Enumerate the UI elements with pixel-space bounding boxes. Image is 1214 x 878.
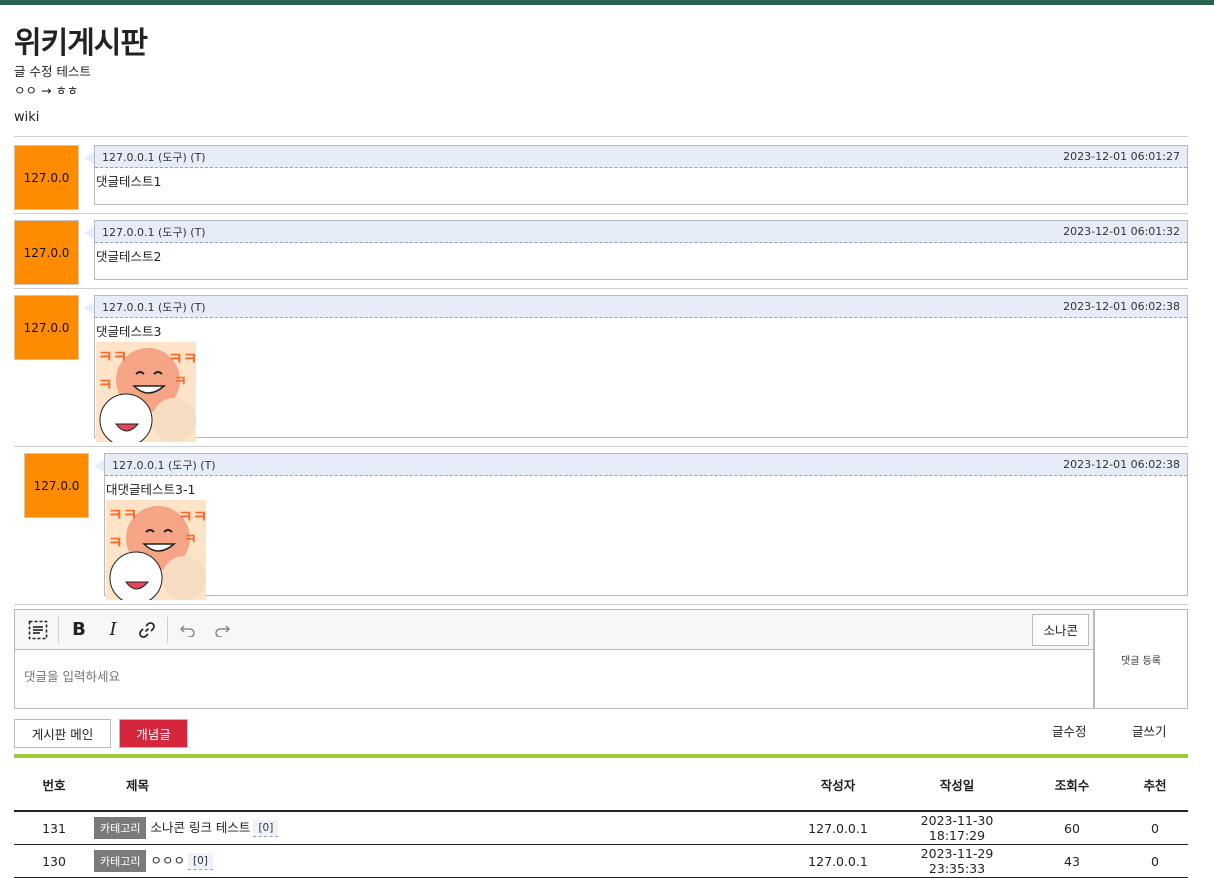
svg-text:ㅋ: ㅋ	[108, 533, 123, 552]
comment-date: 2023-12-01 06:02:38	[1063, 458, 1180, 471]
bold-icon[interactable]: B	[62, 614, 96, 646]
toolbar-divider	[167, 616, 168, 643]
divider	[14, 604, 1188, 605]
link-icon[interactable]	[130, 614, 164, 646]
svg-text:ㅋ: ㅋ	[184, 532, 197, 548]
svg-text:ㅋㅋ: ㅋㅋ	[168, 349, 196, 368]
bubble-pointer	[84, 227, 94, 239]
avatar[interactable]: 127.0.0	[14, 220, 79, 285]
concept-posts-button[interactable]: 개념글	[119, 719, 188, 748]
post-recommend: 0	[1122, 844, 1188, 878]
laughing-emoticon-icon: ㅋㅋ ㅋ ㅋㅋ ㅋ	[106, 500, 206, 600]
post-date: 2023-11-30 18:17:29	[892, 811, 1022, 845]
post-title-link[interactable]: 소나콘 링크 테스트	[150, 820, 250, 835]
svg-text:ㅋ: ㅋ	[174, 374, 187, 390]
comment-date: 2023-12-01 06:01:32	[1063, 225, 1180, 238]
write-post-button[interactable]: 글쓰기	[1132, 721, 1167, 740]
category-badge[interactable]: 카테고리	[94, 817, 147, 840]
divider	[14, 446, 1188, 447]
italic-icon[interactable]: I	[96, 614, 130, 646]
comment-editor: B I 소나콘 댓글을 입력하세요	[14, 609, 1094, 709]
comment-text: 댓글테스트1	[96, 174, 162, 189]
comment-text-line: 댓글테스트3	[96, 324, 162, 339]
post-views: 43	[1022, 844, 1122, 878]
header-title: 제목	[94, 758, 784, 812]
editor-toolbar: B I 소나콘	[15, 610, 1093, 650]
post-list-table: 번호 제목 작성자 작성일 조회수 추천 131 카테고리 소나콘 링크 테스트[…	[14, 758, 1188, 878]
comment-author[interactable]: 127.0.0.1 (도구) (T)	[102, 224, 206, 240]
comment-text-line: 대댓글테스트3-1	[106, 482, 196, 497]
avatar[interactable]: 127.0.0	[14, 295, 79, 360]
comment-date: 2023-12-01 06:01:27	[1063, 150, 1180, 163]
sonacon-button[interactable]: 소나콘	[1032, 613, 1089, 646]
category-badge[interactable]: 카테고리	[94, 850, 147, 873]
comment-header: 127.0.0.1 (도구) (T) 2023-12-01 06:02:38	[105, 454, 1187, 476]
comment-text: 댓글테스트2	[96, 249, 162, 264]
top-accent-bar	[0, 0, 1214, 5]
comment-bubble: 127.0.0.1 (도구) (T) 2023-12-01 06:01:27 댓…	[84, 145, 1188, 205]
post-date: 2023-11-29 23:35:33	[892, 844, 1022, 878]
comment-header: 127.0.0.1 (도구) (T) 2023-12-01 06:01:27	[95, 146, 1187, 168]
svg-text:ㅋㅋ: ㅋㅋ	[108, 505, 137, 524]
comment-count: [0]	[188, 852, 213, 870]
svg-text:ㅋ: ㅋ	[98, 375, 113, 394]
post-number: 130	[14, 844, 94, 878]
header-views: 조회수	[1022, 758, 1122, 812]
undo-icon[interactable]	[171, 614, 205, 646]
table-row[interactable]: 130 카테고리 ㅇㅇㅇ [0] 127.0.0.1 2023-11-29 23:3…	[14, 844, 1188, 878]
board-main-button[interactable]: 게시판 메인	[14, 719, 111, 748]
toolbar-divider	[58, 616, 59, 643]
header-number: 번호	[14, 758, 94, 812]
source-mode-icon[interactable]	[21, 614, 55, 646]
bubble-pointer	[94, 460, 104, 472]
comment-author[interactable]: 127.0.0.1 (도구) (T)	[112, 457, 216, 473]
avatar[interactable]: 127.0.0	[24, 453, 89, 518]
post-title-link[interactable]: ㅇㅇㅇ	[150, 853, 185, 868]
post-title-cell: 카테고리 소나콘 링크 테스트 [0]	[94, 811, 784, 845]
svg-text:ㅋㅋ: ㅋㅋ	[178, 507, 206, 526]
comment-bubble: 127.0.0.1 (도구) (T) 2023-12-01 06:01:32 댓…	[84, 220, 1188, 280]
divider	[14, 136, 1188, 137]
table-header-row: 번호 제목 작성자 작성일 조회수 추천	[14, 758, 1188, 812]
laughing-emoticon-icon: ㅋㅋ ㅋ ㅋㅋ ㅋ	[96, 342, 196, 442]
post-writer: 127.0.0.1	[784, 844, 892, 878]
avatar[interactable]: 127.0.0	[14, 145, 79, 210]
comment-bubble: 127.0.0.1 (도구) (T) 2023-12-01 06:02:38 대…	[94, 453, 1188, 600]
post-title-cell: 카테고리 ㅇㅇㅇ [0]	[94, 844, 784, 878]
comment-text: 대댓글테스트3-1 ㅋㅋ ㅋ ㅋㅋ ㅋ	[105, 476, 1187, 603]
comment-header: 127.0.0.1 (도구) (T) 2023-12-01 06:02:38	[95, 296, 1187, 318]
header-writer: 작성자	[784, 758, 892, 812]
comment-author[interactable]: 127.0.0.1 (도구) (T)	[102, 149, 206, 165]
post-body: wiki	[14, 110, 40, 125]
board-actions: 게시판 메인 개념글 글수정 글쓰기	[14, 719, 1188, 749]
bubble-pointer	[84, 302, 94, 314]
edit-post-button[interactable]: 글수정	[1052, 721, 1087, 740]
divider	[14, 288, 1188, 289]
post-number: 131	[14, 811, 94, 845]
post-writer: 127.0.0.1	[784, 811, 892, 845]
comment-bubble: 127.0.0.1 (도구) (T) 2023-12-01 06:02:38 댓…	[84, 295, 1188, 442]
redo-icon[interactable]	[205, 614, 239, 646]
post-views: 60	[1022, 811, 1122, 845]
divider	[14, 213, 1188, 214]
post-subtitle: 글 수정 테스트	[14, 64, 91, 79]
post-change-note: ㅇㅇ → ㅎㅎ	[14, 83, 79, 98]
comment-input[interactable]: 댓글을 입력하세요	[15, 650, 1093, 701]
table-row[interactable]: 131 카테고리 소나콘 링크 테스트 [0] 127.0.0.1 2023-11-…	[14, 811, 1188, 845]
bubble-pointer	[84, 152, 94, 164]
header-date: 작성일	[892, 758, 1022, 812]
comment-submit-button[interactable]: 댓글 등록	[1094, 609, 1188, 709]
header-recommend: 추천	[1122, 758, 1188, 812]
board-title[interactable]: 위키게시판	[14, 18, 148, 62]
svg-text:ㅋㅋ: ㅋㅋ	[98, 347, 127, 366]
comment-author[interactable]: 127.0.0.1 (도구) (T)	[102, 299, 206, 315]
comment-date: 2023-12-01 06:02:38	[1063, 300, 1180, 313]
comment-count: [0]	[253, 819, 279, 837]
post-recommend: 0	[1122, 811, 1188, 845]
comment-text: 댓글테스트3 ㅋㅋ ㅋ ㅋㅋ ㅋ	[95, 318, 1187, 445]
comment-header: 127.0.0.1 (도구) (T) 2023-12-01 06:01:32	[95, 221, 1187, 243]
